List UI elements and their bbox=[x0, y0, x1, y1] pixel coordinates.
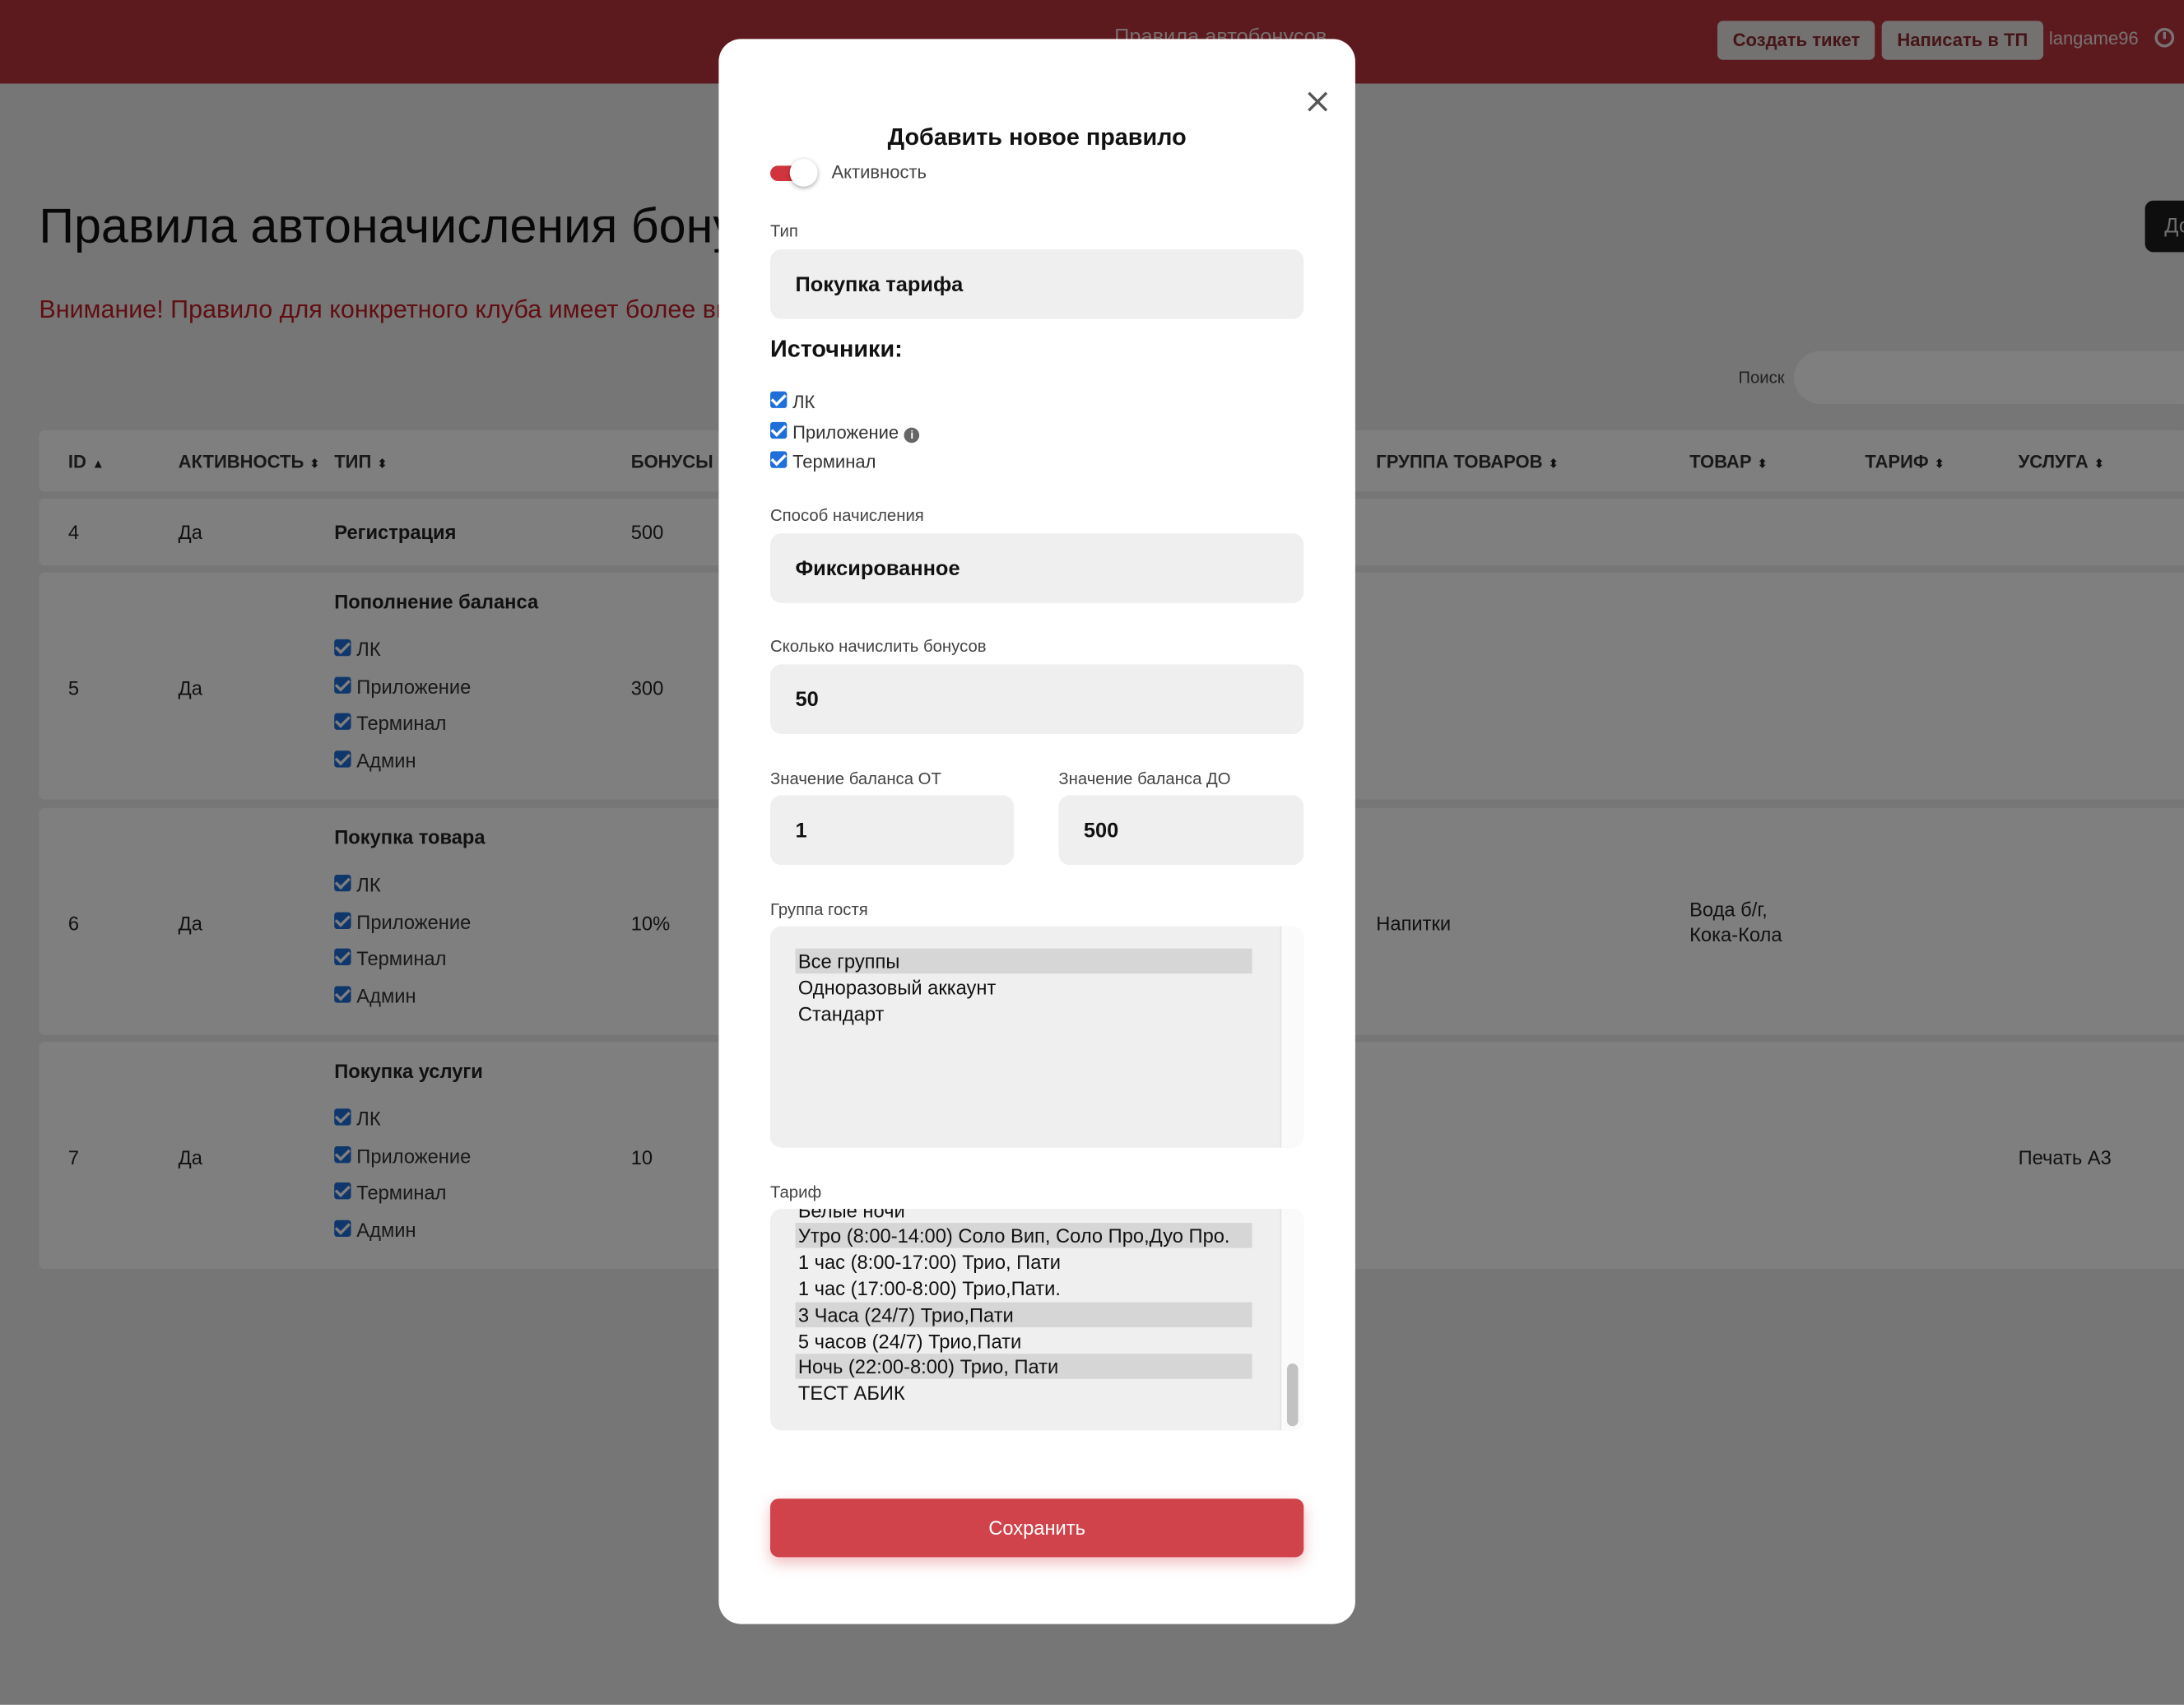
type-label: Тип bbox=[770, 221, 798, 241]
method-label: Способ начисления bbox=[770, 505, 924, 526]
tariff-option[interactable]: ТЕСТ АБИК bbox=[795, 1380, 1252, 1405]
tariff-scrollbar[interactable] bbox=[1280, 1209, 1304, 1431]
balance-to-label: Значение баланса ДО bbox=[1058, 769, 1231, 789]
tariff-option[interactable]: 5 часов (24/7) Трио,Пати bbox=[795, 1329, 1252, 1354]
tariff-option[interactable]: Утро (8:00-14:00) Соло Вип, Соло Про,Дуо… bbox=[795, 1223, 1252, 1248]
source-terminal[interactable]: Терминал bbox=[770, 451, 876, 472]
activity-label: Активность bbox=[831, 161, 927, 183]
modal-title: Добавить новое правило bbox=[887, 123, 1187, 151]
guest-group-scrollbar[interactable] bbox=[1280, 926, 1304, 1148]
checkbox-checked-icon[interactable] bbox=[770, 391, 788, 408]
guest-group-listbox[interactable]: Все группы Одноразовый аккаунт Стандарт bbox=[770, 926, 1304, 1148]
source-lk[interactable]: ЛК bbox=[770, 391, 815, 412]
guest-group-option[interactable]: Все группы bbox=[795, 948, 1252, 974]
app-stage: Правила автобонусов Создать тикет Написа… bbox=[0, 0, 2184, 1705]
add-rule-modal: Добавить новое правило Активность Тип По… bbox=[718, 39, 1355, 1624]
tariff-option[interactable]: 3 Часа (24/7) Трио,Пати bbox=[795, 1302, 1252, 1328]
guest-group-option[interactable]: Одноразовый аккаунт bbox=[795, 975, 1252, 1000]
tariff-option[interactable]: Ночь (22:00-8:00) Трио, Пати bbox=[795, 1354, 1252, 1379]
tariff-listbox[interactable]: Белые ночи Утро (8:00-14:00) Соло Вип, С… bbox=[770, 1209, 1304, 1431]
close-icon[interactable] bbox=[1305, 89, 1330, 114]
balance-from-input[interactable]: 1 bbox=[770, 795, 1015, 866]
save-button[interactable]: Сохранить bbox=[770, 1498, 1304, 1558]
tariff-option[interactable]: 1 час (17:00-8:00) Трио,Пати. bbox=[795, 1275, 1252, 1300]
method-select[interactable]: Фиксированное bbox=[770, 533, 1304, 603]
tariff-scroll-thumb[interactable] bbox=[1286, 1364, 1299, 1427]
checkbox-checked-icon[interactable] bbox=[770, 451, 788, 468]
sources-heading: Источники: bbox=[770, 335, 903, 363]
guest-group-label: Группа гостя bbox=[770, 899, 868, 920]
balance-from-label: Значение баланса ОТ bbox=[770, 769, 941, 789]
tariff-option[interactable]: Белые ночи bbox=[795, 1209, 1252, 1223]
bonus-amount-label: Сколько начислить бонусов bbox=[770, 636, 987, 657]
tariff-option[interactable]: 1 час (8:00-17:00) Трио, Пати bbox=[795, 1249, 1252, 1274]
type-select[interactable]: Покупка тарифа bbox=[770, 249, 1304, 319]
tariff-label: Тариф bbox=[770, 1182, 822, 1202]
activity-toggle[interactable] bbox=[770, 158, 818, 187]
source-app[interactable]: Приложение i bbox=[770, 421, 920, 444]
bonus-amount-input[interactable]: 50 bbox=[770, 664, 1304, 735]
balance-to-input[interactable]: 500 bbox=[1058, 795, 1304, 866]
checkbox-checked-icon[interactable] bbox=[770, 421, 788, 439]
guest-group-option[interactable]: Стандарт bbox=[795, 1001, 1252, 1026]
info-icon[interactable]: i bbox=[904, 427, 920, 444]
